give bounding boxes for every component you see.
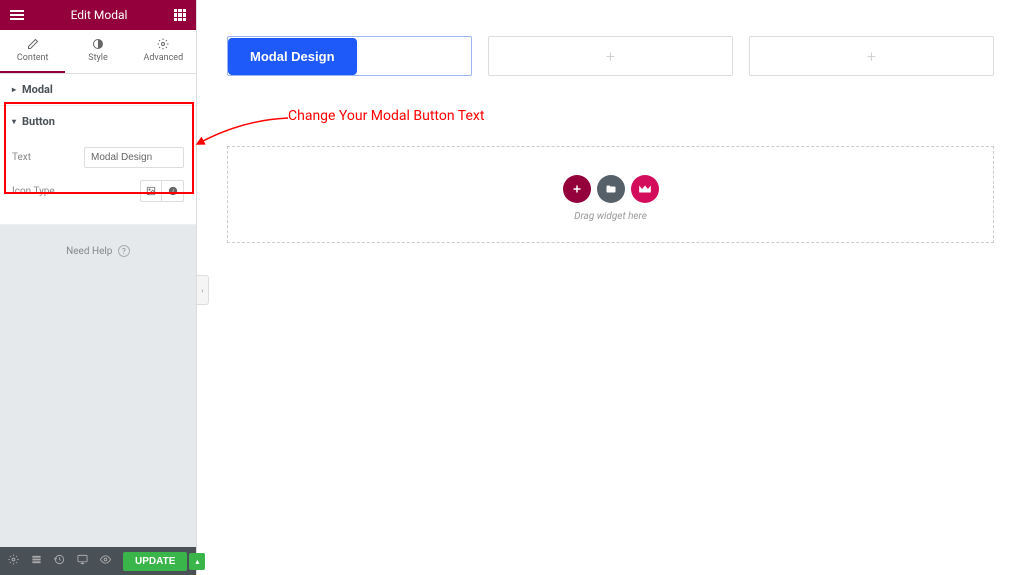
text-label: Text [12,152,31,163]
annotation-arrow [193,110,293,150]
canvas: Modal Design + + Drag widge [197,0,1024,575]
accordion-button[interactable]: ▾ Button [0,106,196,137]
need-help[interactable]: Need Help ? [0,225,196,277]
add-template-button[interactable] [597,175,625,203]
plus-icon: + [867,47,876,66]
gear-icon [157,38,169,50]
tab-content[interactable]: Content [0,30,65,73]
metform-icon [638,184,652,194]
tabs: Content Style Advanced [0,30,196,74]
sidebar-header: Edit Modal [0,0,196,30]
widgets-grid-icon[interactable] [174,9,186,21]
info-icon: i [168,186,178,196]
column-3[interactable]: + [749,36,994,76]
tab-style[interactable]: Style [65,30,130,73]
drop-text: Drag widget here [228,211,993,222]
annotation-text: Change Your Modal Button Text [288,108,484,124]
contrast-icon [92,38,104,50]
icon-type-info[interactable]: i [162,180,184,202]
history-icon[interactable] [54,554,65,568]
icon-type-image[interactable] [140,180,162,202]
settings-icon[interactable] [8,554,19,568]
accordion-modal[interactable]: ▸ Modal [0,74,196,105]
drop-zone[interactable]: Drag widget here [227,146,994,243]
responsive-icon[interactable] [77,554,88,568]
icon-type-label: Icon Type [12,186,55,197]
button-panel: Text Icon Type i [0,137,196,224]
caret-right-icon: ▸ [12,85,16,94]
button-text-input[interactable] [84,147,184,168]
accordion: ▸ Modal ▾ Button Text Icon Type [0,74,196,225]
column-2[interactable]: + [488,36,733,76]
navigator-icon[interactable] [31,554,42,568]
folder-icon [605,183,617,195]
plus-icon: + [606,47,615,66]
preview-icon[interactable] [100,554,111,568]
sidebar: Edit Modal Content Style Advanced ▸ [0,0,197,575]
hamburger-icon[interactable] [10,10,24,20]
caret-down-icon: ▾ [12,117,16,126]
tab-advanced[interactable]: Advanced [131,30,196,73]
add-widget-button[interactable] [563,175,591,203]
add-metform-button[interactable] [631,175,659,203]
image-icon [146,186,156,196]
update-button[interactable]: UPDATE [123,552,187,571]
plus-icon [571,183,583,195]
sidebar-footer: UPDATE ▴ [0,547,196,575]
pencil-icon [27,38,39,50]
column-1[interactable]: Modal Design [227,36,472,76]
help-icon: ? [118,245,130,257]
modal-design-button[interactable]: Modal Design [228,38,357,75]
panel-title: Edit Modal [71,8,128,22]
